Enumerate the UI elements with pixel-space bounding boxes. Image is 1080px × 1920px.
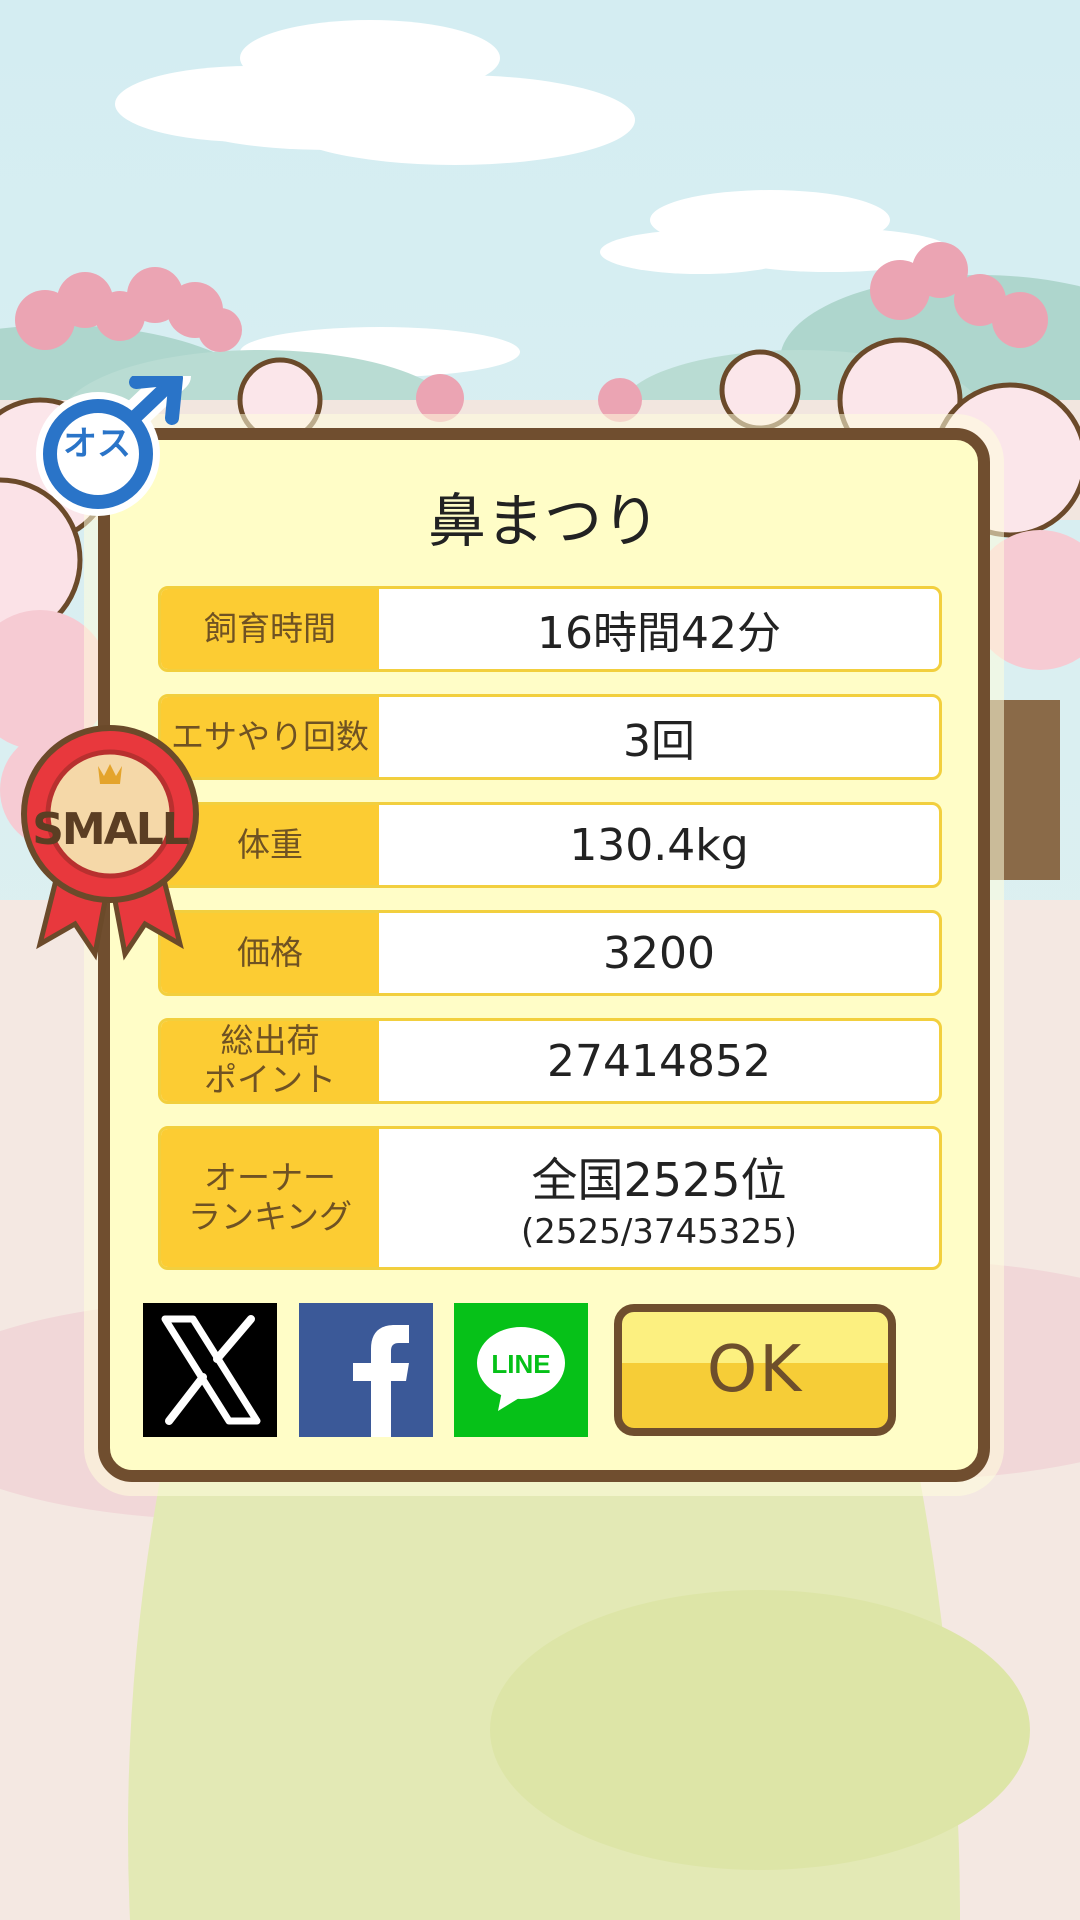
stat-row-feeding-count: エサやり回数 3回 [158,694,942,780]
svg-text:LINE: LINE [491,1349,550,1379]
stat-value: 27414852 [547,1035,771,1087]
ranking-national: 全国2525位 [531,1153,787,1207]
line-logo-icon: LINE [477,1327,565,1411]
ok-button-label: OK [706,1333,804,1407]
stat-row-raising-time: 飼育時間 16時間42分 [158,586,942,672]
stat-label: 総出荷 ポイント [161,1021,379,1101]
stat-value: 130.4kg [569,819,749,871]
facebook-logo-icon [353,1325,409,1437]
stat-row-weight: 体重 130.4kg [158,802,942,888]
stat-value: 3回 [623,716,695,767]
ranking-value: 全国2525位 (2525/3745325) [379,1129,939,1267]
gender-label: オス [63,424,131,464]
share-facebook-button[interactable] [299,1303,433,1437]
stat-label: 飼育時間 [161,589,379,669]
stat-value: 3200 [603,927,715,979]
share-line-button[interactable]: LINE [454,1303,588,1437]
share-x-button[interactable] [143,1303,277,1437]
stat-row-price: 価格 3200 [158,910,942,996]
size-ribbon-badge: SMALL [20,714,200,964]
pet-name-title: 鼻まつり [427,487,660,555]
x-logo-icon [161,1315,261,1425]
stat-value: 16時間42分 [537,608,781,659]
ok-button[interactable]: OK [614,1304,896,1436]
gender-badge: オス [36,361,196,526]
stat-row-owner-ranking: オーナー ランキング 全国2525位 (2525/3745325) [158,1126,942,1270]
stat-label: オーナー ランキング [161,1129,379,1267]
ranking-detail: (2525/3745325) [521,1212,797,1252]
stat-row-shipment-points: 総出荷 ポイント 27414852 [158,1018,942,1104]
size-label: SMALL [32,804,190,855]
